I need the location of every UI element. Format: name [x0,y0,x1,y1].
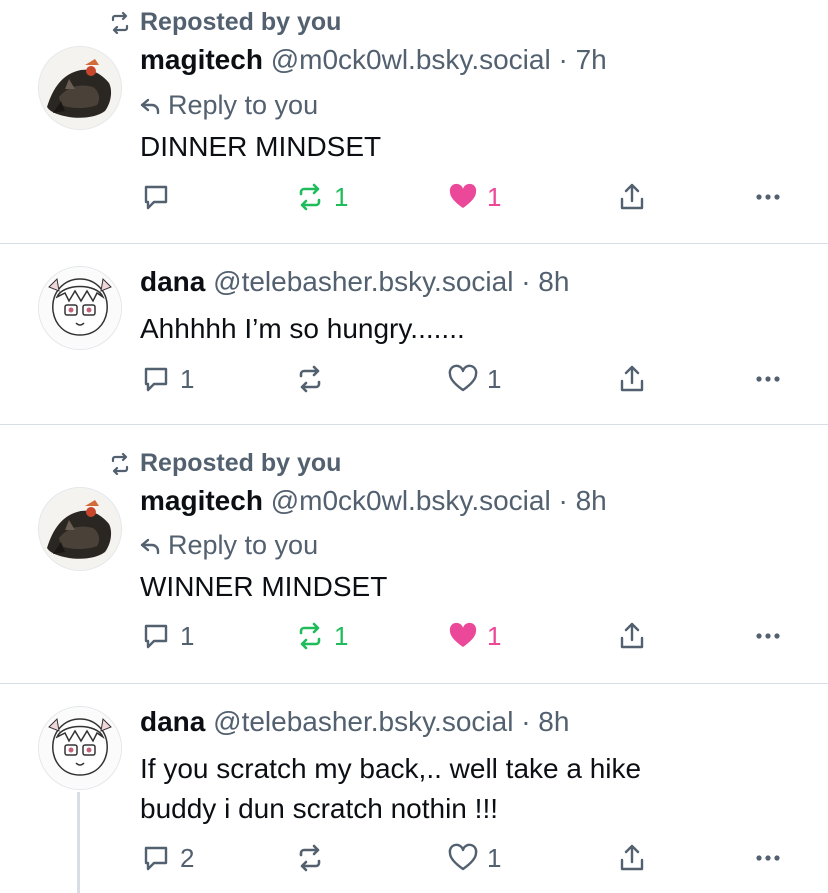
repost-icon [111,452,129,475]
more-options-button[interactable] [752,363,784,395]
display-name[interactable]: dana [140,706,205,737]
share-button[interactable] [616,842,648,874]
like-button[interactable]: 1 [447,181,501,213]
reply-indicator: Reply to you [140,90,318,121]
handle[interactable]: @telebasher.bsky.social [213,266,513,297]
repost-button[interactable] [294,842,334,874]
post-actions: 2 1 [0,842,828,882]
repost-label: Reposted by you [140,449,342,477]
reply-arrow-icon [140,538,160,554]
share-icon [620,365,644,392]
reply-label: Reply to you [168,90,319,120]
ellipsis-icon [756,194,780,200]
more-options-button[interactable] [752,620,784,652]
heart-outline-icon [448,364,478,392]
heart-filled-icon [449,622,477,647]
ellipsis-icon [756,376,780,382]
avatar[interactable] [38,266,122,350]
handle[interactable]: @m0ck0wl.bsky.social [271,485,551,516]
repost-icon [299,365,321,393]
more-options-button[interactable] [752,181,784,213]
repost-icon [299,183,321,211]
post-item[interactable]: dana @telebasher.bsky.social · 8h Ahhhhh… [0,244,828,424]
post-text: DINNER MINDSET [140,131,382,162]
post-header: magitech @m0ck0wl.bsky.social · 8h [140,485,607,517]
post-item[interactable]: Reposted by you magitech @m0ck0wl.bsky.s… [0,0,828,243]
share-icon [620,622,644,649]
repost-count: 1 [334,620,349,651]
like-count: 1 [487,842,502,873]
repost-button[interactable]: 1 [294,620,348,652]
post-text: Ahhhhh I’m so hungry....... [140,313,465,344]
repost-label: Reposted by you [140,8,342,36]
handle[interactable]: @m0ck0wl.bsky.social [271,44,551,75]
post-header: magitech @m0ck0wl.bsky.social · 7h [140,44,607,76]
avatar[interactable] [38,706,122,790]
like-count: 1 [487,181,502,212]
like-button[interactable]: 1 [447,842,501,874]
repost-count: 1 [334,181,349,212]
handle[interactable]: @telebasher.bsky.social [213,706,513,737]
display-name[interactable]: dana [140,266,205,297]
avatar-image-magitech [39,488,121,570]
post-text-line: If you scratch my back,.. well take a hi… [140,753,642,784]
post-actions: 1 1 [0,363,828,403]
repost-icon [299,844,321,872]
heart-filled-icon [449,183,477,208]
ellipsis-icon [756,633,780,639]
timestamp[interactable]: · 7h [558,44,606,75]
reply-count: 1 [180,363,195,394]
timestamp[interactable]: · 8h [521,706,569,737]
reply-button[interactable]: 1 [140,620,194,652]
reply-button[interactable] [140,181,180,213]
post-header: dana @telebasher.bsky.social · 8h [140,706,569,738]
reply-button[interactable]: 1 [140,363,194,395]
avatar[interactable] [38,487,122,571]
reply-indicator: Reply to you [140,530,318,561]
timestamp[interactable]: · 8h [558,485,606,516]
avatar-image-magitech [39,47,121,129]
like-button[interactable]: 1 [447,363,501,395]
like-count: 1 [487,620,502,651]
more-options-button[interactable] [752,842,784,874]
timestamp[interactable]: · 8h [521,266,569,297]
reply-arrow-icon [140,98,160,114]
like-button[interactable]: 1 [447,620,501,652]
post-header: dana @telebasher.bsky.social · 8h [140,266,569,298]
share-icon [620,183,644,210]
display-name[interactable]: magitech [140,44,263,75]
reply-bubble-icon [144,367,168,392]
reply-count: 1 [180,620,195,651]
share-button[interactable] [616,620,648,652]
like-count: 1 [487,363,502,394]
reply-label: Reply to you [168,530,319,560]
post-text: WINNER MINDSET [140,571,388,602]
post-item[interactable]: dana @telebasher.bsky.social · 8h If you… [0,684,828,893]
share-button[interactable] [616,181,648,213]
reply-bubble-icon [144,846,168,871]
reply-bubble-icon [144,624,168,649]
post-text: If you scratch my back,.. well take a hi… [140,749,641,829]
reply-count: 2 [180,842,195,873]
post-item[interactable]: Reposted by you magitech @m0ck0wl.bsky.s… [0,425,828,683]
display-name[interactable]: magitech [140,485,263,516]
share-button[interactable] [616,363,648,395]
post-actions: 1 1 [0,181,828,221]
repost-button[interactable]: 1 [294,181,348,213]
reply-bubble-icon [144,185,168,210]
repost-icon [299,622,321,650]
post-text-line: buddy i dun scratch nothin !!! [140,793,498,824]
repost-icon [111,11,129,34]
repost-indicator: Reposted by you [108,449,341,478]
post-actions: 1 1 1 [0,620,828,660]
heart-outline-icon [448,843,478,871]
ellipsis-icon [756,855,780,861]
avatar-image-dana [39,707,121,789]
reply-button[interactable]: 2 [140,842,194,874]
avatar-image-dana [39,267,121,349]
repost-indicator: Reposted by you [108,8,341,37]
share-icon [620,844,644,871]
avatar[interactable] [38,46,122,130]
repost-button[interactable] [294,363,334,395]
